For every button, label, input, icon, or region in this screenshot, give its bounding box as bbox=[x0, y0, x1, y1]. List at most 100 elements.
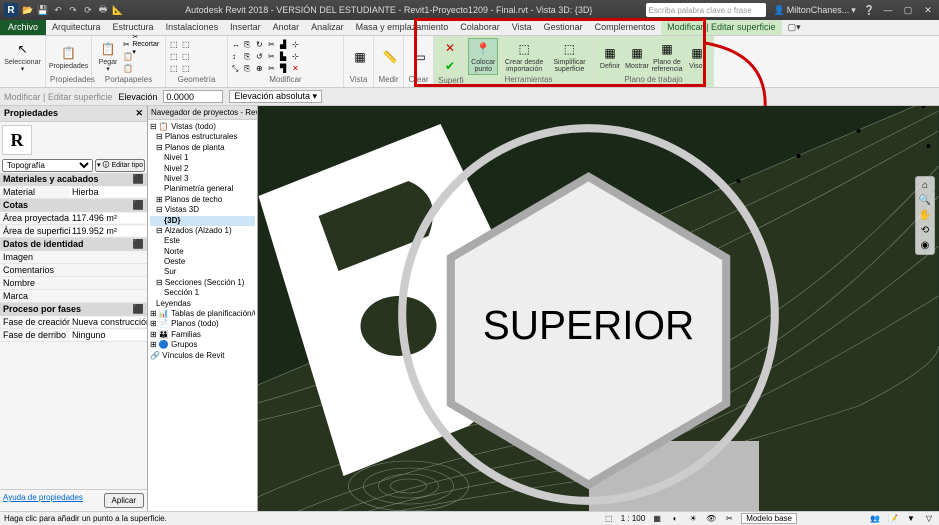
tree-item[interactable]: Sur bbox=[150, 267, 255, 277]
tree-item[interactable]: Oeste bbox=[150, 257, 255, 267]
status-icon-1[interactable]: ⬚ bbox=[603, 513, 615, 525]
status-icon-6[interactable]: ✂ bbox=[723, 513, 735, 525]
status-filter-icon[interactable]: ▽ bbox=[923, 513, 935, 525]
navigation-bar[interactable]: ⌂ 🔍 ✋ ⟲ ◉ bbox=[915, 176, 935, 255]
cat-cotas[interactable]: Cotas⬛ bbox=[0, 199, 147, 212]
status-icon-2[interactable]: ▦ bbox=[651, 513, 663, 525]
search-box[interactable]: Escriba palabra clave o frase bbox=[646, 3, 766, 17]
qat-save-icon[interactable]: 💾 bbox=[37, 4, 49, 16]
qat-sync-icon[interactable]: ⟳ bbox=[82, 4, 94, 16]
tab-anotar[interactable]: Anotar bbox=[267, 20, 306, 35]
tree-item[interactable]: Este bbox=[150, 236, 255, 246]
properties-close-icon[interactable]: ✕ bbox=[135, 108, 143, 119]
viewport-3d[interactable]: SUPERIOR ⌂ 🔍 ✋ ⟲ ◉ bbox=[258, 106, 939, 511]
elevation-abs-dropdown[interactable]: Elevación absoluta ▾ bbox=[229, 90, 322, 103]
view-button[interactable]: ▦ bbox=[348, 47, 372, 67]
cat-identity[interactable]: Datos de identidad⬛ bbox=[0, 238, 147, 251]
help-icon[interactable]: ❔ bbox=[864, 5, 875, 16]
tree-item[interactable]: ⊟ Vistas 3D bbox=[150, 205, 255, 215]
tab-vista[interactable]: Vista bbox=[506, 20, 538, 35]
nav-orbit-icon[interactable]: ⟲ bbox=[921, 225, 929, 236]
tab-colaborar[interactable]: Colaborar bbox=[454, 20, 506, 35]
tree-item[interactable]: ⊞ 🔵 Grupos bbox=[150, 340, 255, 350]
material-value[interactable]: Hierba bbox=[70, 187, 147, 197]
nav-full-icon[interactable]: ⌂ bbox=[922, 180, 928, 191]
cut-button[interactable]: ✂✂ Recortar ▾ bbox=[123, 39, 162, 51]
ref-plane-button[interactable]: ▦Plano de referencia bbox=[652, 39, 682, 74]
status-select-icon[interactable]: ▼ bbox=[905, 513, 917, 525]
measure-button[interactable]: 📏 bbox=[378, 47, 402, 67]
status-editable-icon[interactable]: 📝 bbox=[887, 513, 899, 525]
create-from-import-button[interactable]: ⬚Crear desde importación bbox=[501, 39, 546, 74]
tree-item[interactable]: Nivel 3 bbox=[150, 174, 255, 184]
tab-analizar[interactable]: Analizar bbox=[305, 20, 350, 35]
match-button[interactable]: 📋 bbox=[123, 63, 162, 75]
tree-item[interactable]: ⊞ 📄 Planos (todo) bbox=[150, 319, 255, 329]
tree-item[interactable]: Planimetría general bbox=[150, 184, 255, 194]
status-icon-4[interactable]: ☀ bbox=[687, 513, 699, 525]
elevation-input[interactable] bbox=[163, 90, 223, 103]
tree-item[interactable]: ⊞ Planos de techo bbox=[150, 195, 255, 205]
tab-extra[interactable]: ▢▾ bbox=[782, 20, 807, 35]
copy-button[interactable]: 📋 bbox=[123, 51, 162, 63]
finish-icon[interactable]: ✔ bbox=[441, 57, 459, 75]
tree-item[interactable]: ⊟ Planos estructurales bbox=[150, 132, 255, 142]
tree-item[interactable]: ⊟ 📋 Vistas (todo) bbox=[150, 122, 255, 132]
qat-measure-icon[interactable]: 📐 bbox=[112, 4, 124, 16]
qat-undo-icon[interactable]: ↶ bbox=[52, 4, 64, 16]
edit-type-button[interactable]: ▾ 🛈 Editar tipo bbox=[95, 159, 145, 172]
tree-item[interactable]: Nivel 1 bbox=[150, 153, 255, 163]
tree-item[interactable]: Nivel 2 bbox=[150, 164, 255, 174]
geom-btn2[interactable]: ⬚⬚ bbox=[170, 51, 192, 63]
nav-zoom-icon[interactable]: 🔍 bbox=[919, 195, 931, 206]
trim-icon[interactable]: ✂ bbox=[268, 40, 278, 50]
place-point-button[interactable]: 📍Colocar punto bbox=[468, 38, 498, 75]
view-cube[interactable]: SUPERIOR bbox=[258, 112, 929, 511]
user-menu[interactable]: 👤 MiltonChanes... ▾ bbox=[774, 5, 856, 16]
show-workplane-button[interactable]: ▦Mostrar bbox=[625, 43, 649, 71]
tab-gestionar[interactable]: Gestionar bbox=[538, 20, 589, 35]
tab-modificar-context[interactable]: Modificar | Editar superficie bbox=[661, 20, 781, 35]
cancel-icon[interactable]: ✕ bbox=[441, 39, 459, 57]
nav-wheel-icon[interactable]: ◉ bbox=[921, 240, 930, 251]
geom-btn3[interactable]: ⬚⬚ bbox=[170, 63, 192, 75]
properties-help-link[interactable]: Ayuda de propiedades bbox=[3, 493, 83, 508]
tree-item[interactable]: Sección 1 bbox=[150, 288, 255, 298]
tree-item[interactable]: ⊟ Alzados (Alzado 1) bbox=[150, 226, 255, 236]
qat-print-icon[interactable]: 🖶 bbox=[97, 4, 109, 16]
rotate-icon[interactable]: ↻ bbox=[256, 40, 266, 50]
status-model[interactable]: Modelo base bbox=[741, 513, 797, 524]
tree-item[interactable]: ⊟ Secciones (Sección 1) bbox=[150, 278, 255, 288]
file-tab[interactable]: Archivo bbox=[0, 20, 46, 35]
set-workplane-button[interactable]: ▦Definir bbox=[598, 43, 622, 71]
tab-complementos[interactable]: Complementos bbox=[589, 20, 662, 35]
status-icon-5[interactable]: 👁 bbox=[705, 513, 717, 525]
close-button[interactable]: ✕ bbox=[921, 5, 935, 16]
mirror-icon[interactable]: ▟ bbox=[280, 40, 290, 50]
split-icon[interactable]: ⊹ bbox=[292, 40, 302, 50]
simplify-surface-button[interactable]: ⬚Simplificar superficie bbox=[550, 39, 589, 74]
apply-button[interactable]: Aplicar bbox=[104, 493, 144, 508]
maximize-button[interactable]: ▢ bbox=[901, 5, 915, 16]
select-button[interactable]: ↖Seleccionar ▾ bbox=[4, 39, 41, 74]
status-icon-3[interactable]: ◐ bbox=[669, 513, 681, 525]
qat-redo-icon[interactable]: ↷ bbox=[67, 4, 79, 16]
status-worksets-icon[interactable]: 👥 bbox=[869, 513, 881, 525]
tree-item[interactable]: 🔗 Vínculos de Revit bbox=[150, 351, 255, 361]
tab-masa[interactable]: Masa y emplazamiento bbox=[350, 20, 455, 35]
tree-item[interactable]: ⊟ Planos de planta bbox=[150, 143, 255, 153]
tree-item[interactable]: ⊞ 👪 Familias bbox=[150, 330, 255, 340]
properties-button[interactable]: 📋Propiedades bbox=[50, 43, 87, 71]
create-button[interactable]: ▭ bbox=[408, 47, 432, 67]
minimize-button[interactable]: — bbox=[881, 5, 895, 16]
cat-phasing[interactable]: Proceso por fases⬛ bbox=[0, 303, 147, 316]
geom-btn1[interactable]: ⬚⬚ bbox=[170, 39, 192, 51]
tree-item[interactable]: Norte bbox=[150, 247, 255, 257]
cat-materials[interactable]: Materiales y acabados⬛ bbox=[0, 173, 147, 186]
type-selector[interactable]: Topografía bbox=[2, 159, 93, 172]
viewer-button[interactable]: ▦Visor bbox=[685, 43, 709, 71]
tree-item[interactable]: ⊞ 📊 Tablas de planificación/Cantida bbox=[150, 309, 255, 319]
copy-icon[interactable]: ⎘ bbox=[244, 40, 254, 50]
move-icon[interactable]: ↔ bbox=[232, 40, 242, 50]
tab-arquitectura[interactable]: Arquitectura bbox=[46, 20, 107, 35]
